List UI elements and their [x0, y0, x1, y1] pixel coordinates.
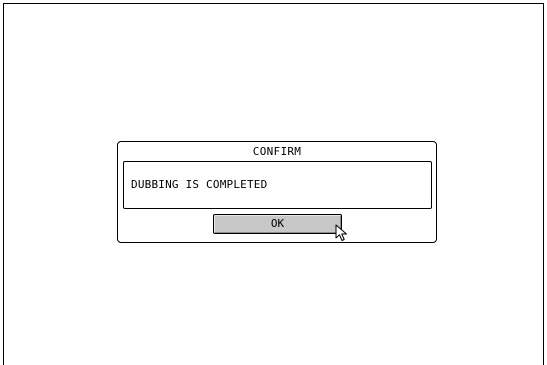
- dialog-message: DUBBING IS COMPLETED: [131, 178, 268, 191]
- message-box: DUBBING IS COMPLETED: [123, 161, 432, 209]
- mouse-pointer-icon: [335, 224, 347, 241]
- dialog-title: CONFIRM: [252, 145, 302, 158]
- ok-button[interactable]: OK: [213, 214, 342, 234]
- confirm-dialog: CONFIRM DUBBING IS COMPLETED OK: [117, 141, 437, 243]
